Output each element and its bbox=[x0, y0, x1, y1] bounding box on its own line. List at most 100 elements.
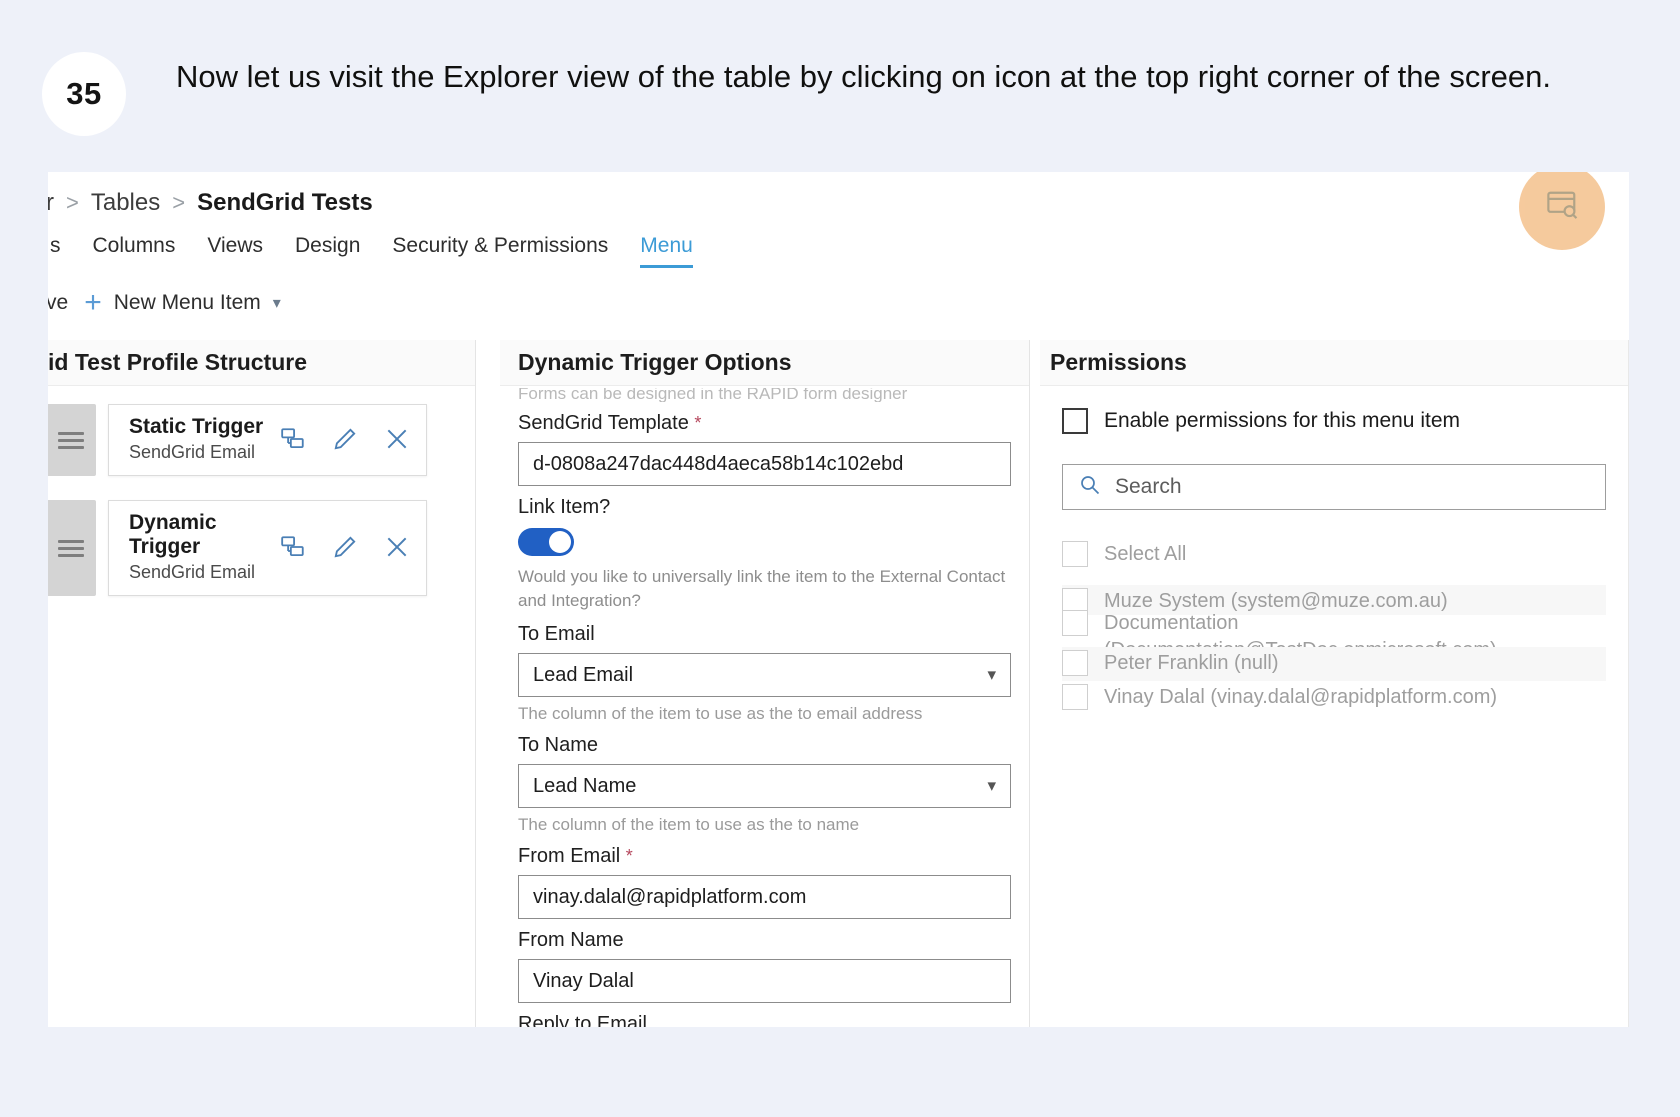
drag-handle-icon[interactable] bbox=[48, 500, 96, 596]
input-value: vinay.dalal@rapidplatform.com bbox=[533, 885, 807, 908]
instruction-text: Now let us visit the Explorer view of th… bbox=[176, 59, 1552, 94]
trigger-subtitle: SendGrid Email bbox=[129, 562, 256, 582]
trigger-card[interactable]: Static Trigger SendGrid Email bbox=[108, 404, 427, 476]
select-value: Lead Name bbox=[533, 774, 637, 797]
from-name-input[interactable]: Vinay Dalal bbox=[518, 959, 1011, 1003]
chevron-down-icon: ▾ bbox=[987, 776, 996, 795]
from-email-input[interactable]: vinay.dalal@rapidplatform.com bbox=[518, 875, 1011, 919]
search-icon bbox=[1079, 474, 1101, 501]
options-panel: Dynamic Trigger Options Forms can be des… bbox=[500, 340, 1030, 1027]
trigger-card-texts: Static Trigger SendGrid Email bbox=[129, 415, 263, 463]
label-text: From Email bbox=[518, 845, 621, 867]
list-item[interactable]: Vinay Dalal (vinay.dalal@rapidplatform.c… bbox=[1062, 681, 1606, 715]
tab-bar: s Columns Views Design Security & Permis… bbox=[48, 230, 709, 278]
field-label-sendgrid-template: SendGrid Template * bbox=[518, 412, 1011, 435]
list-item[interactable]: Peter Franklin (null) bbox=[1062, 647, 1606, 681]
enable-permissions-row[interactable]: Enable permissions for this menu item bbox=[1062, 408, 1606, 434]
drag-handle-icon[interactable] bbox=[48, 404, 96, 476]
select-all-label: Select All bbox=[1104, 543, 1187, 565]
new-menu-item-button[interactable]: + New Menu Item ▾ bbox=[84, 288, 281, 318]
toolbar: ve + New Menu Item ▾ bbox=[48, 282, 281, 324]
tab-security-permissions[interactable]: Security & Permissions bbox=[376, 230, 624, 268]
user-label: Vinay Dalal (vinay.dalal@rapidplatform.c… bbox=[1104, 686, 1498, 708]
structure-panel: id Test Profile Structure Static Trigger… bbox=[48, 340, 476, 1027]
breadcrumb-separator-icon-2: > bbox=[172, 190, 186, 215]
explorer-window-search-icon bbox=[1545, 190, 1579, 225]
breadcrumb-item-tables[interactable]: Tables bbox=[91, 189, 160, 217]
close-x-icon[interactable] bbox=[384, 426, 410, 452]
trigger-title: Static Trigger bbox=[129, 415, 264, 438]
sendgrid-template-input[interactable]: d-0808a247dac448d4aeca58b14c102ebd bbox=[518, 442, 1011, 486]
required-asterisk: * bbox=[625, 846, 633, 866]
select-all-checkbox[interactable] bbox=[1062, 541, 1088, 567]
to-name-select[interactable]: Lead Name ▾ bbox=[518, 764, 1011, 808]
trigger-actions bbox=[280, 534, 410, 560]
to-email-hint: The column of the item to use as the to … bbox=[518, 704, 923, 723]
required-asterisk: * bbox=[694, 413, 702, 433]
label-text: SendGrid Template bbox=[518, 412, 689, 434]
tab-columns[interactable]: Columns bbox=[77, 230, 192, 268]
enable-permissions-checkbox[interactable] bbox=[1062, 408, 1088, 434]
chevron-down-icon: ▾ bbox=[272, 295, 281, 312]
step-number-badge: 35 bbox=[42, 52, 126, 136]
field-label-to-name: To Name bbox=[518, 734, 599, 756]
explorer-view-button[interactable] bbox=[1519, 172, 1605, 250]
breadcrumb-separator-icon: > bbox=[66, 190, 79, 215]
options-panel-title: Dynamic Trigger Options bbox=[500, 340, 1029, 386]
tab-views[interactable]: Views bbox=[191, 230, 279, 268]
edit-pencil-icon[interactable] bbox=[332, 534, 358, 560]
tree-item-static-trigger[interactable]: Static Trigger SendGrid Email bbox=[48, 404, 475, 476]
panel-container: id Test Profile Structure Static Trigger… bbox=[48, 340, 1629, 1027]
to-email-select[interactable]: Lead Email ▾ bbox=[518, 653, 1011, 697]
user-checkbox[interactable] bbox=[1062, 610, 1088, 636]
link-item-hint: Would you like to universally link the i… bbox=[518, 567, 1006, 610]
copy-icon[interactable] bbox=[280, 535, 306, 559]
permissions-user-list: Select All Muze System (system@muze.com.… bbox=[1062, 538, 1606, 715]
tab-design[interactable]: Design bbox=[279, 230, 376, 268]
link-item-toggle[interactable] bbox=[518, 528, 574, 556]
user-checkbox[interactable] bbox=[1062, 650, 1088, 676]
field-label-from-email: From Email * bbox=[518, 845, 1011, 868]
trigger-card[interactable]: Dynamic Trigger SendGrid Email bbox=[108, 500, 427, 596]
trigger-subtitle: SendGrid Email bbox=[129, 442, 256, 462]
tree-item-dynamic-trigger[interactable]: Dynamic Trigger SendGrid Email bbox=[48, 500, 475, 596]
clipped-help-text: Forms can be designed in the RAPID form … bbox=[518, 388, 908, 402]
field-label-to-email: To Email bbox=[518, 623, 595, 645]
field-label-reply-to-email: Reply to Email bbox=[518, 1013, 647, 1027]
structure-tree: Static Trigger SendGrid Email Dynamic Tr… bbox=[48, 386, 475, 596]
new-menu-item-label: New Menu Item bbox=[113, 291, 261, 314]
field-label-link-item: Link Item? bbox=[518, 496, 611, 518]
input-value: d-0808a247dac448d4aeca58b14c102ebd bbox=[533, 452, 904, 475]
user-rows-wrapper: Muze System (system@muze.com.au) Documen… bbox=[1062, 585, 1606, 715]
tab-clipped[interactable]: s bbox=[48, 230, 77, 268]
user-label: Peter Franklin (null) bbox=[1104, 652, 1279, 674]
options-form: Forms can be designed in the RAPID form … bbox=[500, 386, 1029, 1027]
permissions-body: Enable permissions for this menu item Se… bbox=[1040, 386, 1628, 715]
trigger-title: Dynamic Trigger bbox=[129, 511, 217, 558]
breadcrumb-item-current: SendGrid Tests bbox=[197, 189, 373, 216]
trigger-card-texts: Dynamic Trigger SendGrid Email bbox=[129, 511, 280, 583]
copy-icon[interactable] bbox=[280, 427, 306, 451]
tab-menu[interactable]: Menu bbox=[624, 230, 709, 268]
permissions-panel-title: Permissions bbox=[1040, 340, 1628, 386]
edit-pencil-icon[interactable] bbox=[332, 426, 358, 452]
permissions-search-input[interactable]: Search bbox=[1062, 464, 1606, 510]
plus-icon: + bbox=[84, 286, 102, 319]
trigger-actions bbox=[280, 426, 410, 452]
save-button[interactable]: ve bbox=[48, 291, 84, 315]
close-x-icon[interactable] bbox=[384, 534, 410, 560]
enable-permissions-label: Enable permissions for this menu item bbox=[1104, 409, 1460, 432]
structure-panel-title: id Test Profile Structure bbox=[48, 340, 475, 386]
search-placeholder: Search bbox=[1115, 475, 1182, 498]
breadcrumb: r > Tables > SendGrid Tests bbox=[48, 182, 373, 224]
permissions-panel: Permissions Enable permissions for this … bbox=[1040, 340, 1629, 1027]
select-value: Lead Email bbox=[533, 663, 634, 686]
app-window: r > Tables > SendGrid Tests s Columns Vi… bbox=[48, 172, 1629, 1027]
select-all-row[interactable]: Select All bbox=[1062, 538, 1606, 571]
to-name-hint: The column of the item to use as the to … bbox=[518, 815, 860, 834]
chevron-down-icon: ▾ bbox=[987, 665, 996, 684]
instruction-banner: 35 Now let us visit the Explorer view of… bbox=[0, 0, 1680, 172]
breadcrumb-item-0[interactable]: r bbox=[48, 189, 54, 217]
toggle-knob bbox=[549, 531, 571, 553]
user-checkbox[interactable] bbox=[1062, 684, 1088, 710]
